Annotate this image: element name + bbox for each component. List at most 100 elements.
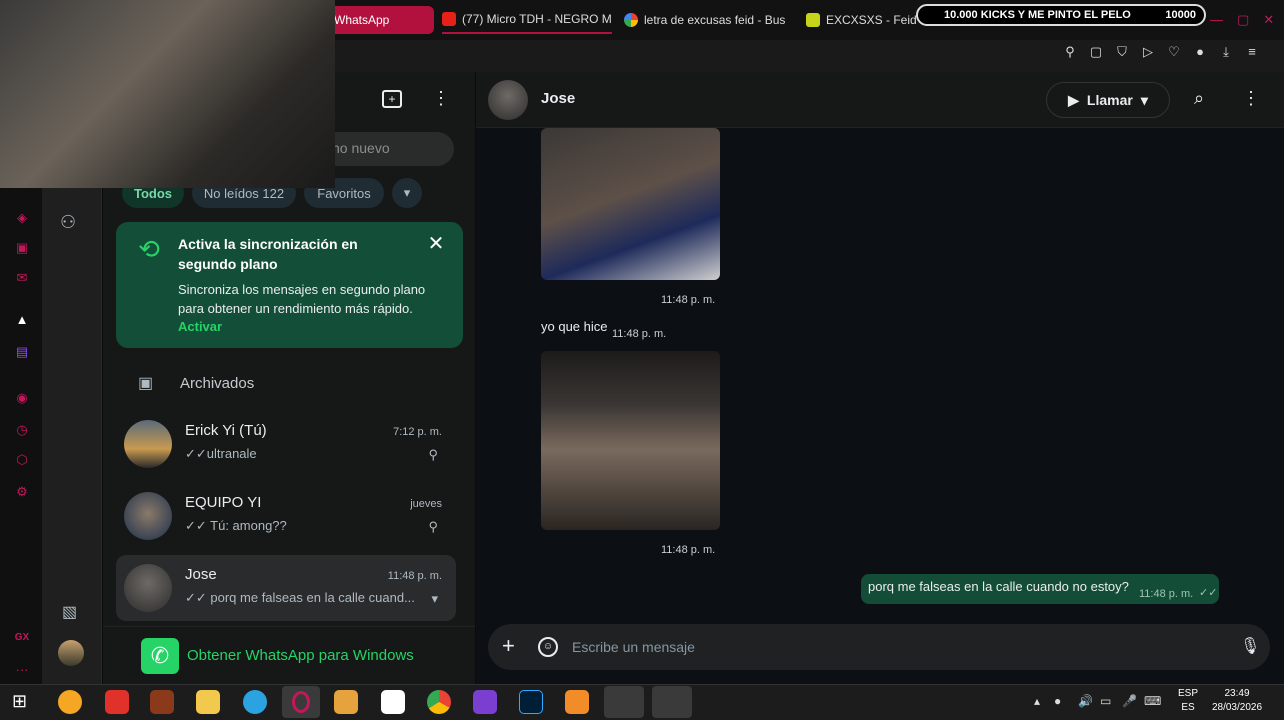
twitch-icon[interactable]: ▤	[14, 344, 30, 360]
heart-icon[interactable]: ♡	[1166, 44, 1182, 60]
call-label: Llamar	[1086, 92, 1133, 108]
discord-active[interactable]	[604, 686, 644, 718]
more-icon[interactable]: ···	[14, 662, 30, 678]
volume-icon[interactable]: 🔊	[1078, 694, 1093, 708]
chevron-down-icon[interactable]: ▾	[431, 591, 438, 607]
search-input[interactable]: no nuevo	[330, 132, 454, 166]
attach-icon[interactable]: +	[502, 635, 520, 658]
aria-icon[interactable]: ▲	[14, 312, 30, 328]
history-icon[interactable]: ◷	[14, 422, 30, 438]
tab-label: (77) Micro TDH - NEGRO M	[462, 12, 612, 26]
webcam-overlay	[0, 0, 335, 188]
player-icon[interactable]: ◉	[14, 390, 30, 406]
vlc-icon[interactable]	[565, 690, 589, 714]
maximize-icon[interactable]: ▢	[1237, 12, 1249, 28]
keyboard-icon[interactable]: ⌨	[1144, 694, 1161, 708]
messenger-icon[interactable]: ◈	[14, 210, 30, 226]
chat-time: jueves	[410, 498, 442, 510]
communities-icon[interactable]: ⚇	[60, 212, 76, 233]
pin-icon: ⚲	[428, 447, 438, 462]
message-text: yo que hice	[541, 319, 608, 334]
get-whatsapp-label: Obtener WhatsApp para Windows	[187, 647, 414, 664]
tray-app-icon[interactable]: ●	[1054, 694, 1061, 708]
taskbar-app-icon[interactable]	[334, 690, 358, 714]
message-media[interactable]	[541, 128, 720, 280]
instagram-icon[interactable]: ▣	[14, 240, 30, 256]
chat-name: Jose	[185, 566, 217, 583]
archived-label: Archivados	[180, 374, 255, 392]
photoshop-icon[interactable]	[519, 690, 543, 714]
kicks-label: 10.000 KICKS Y ME PINTO EL PELO	[944, 9, 1131, 21]
obs-active[interactable]	[652, 686, 692, 718]
taskbar-app-icon[interactable]	[58, 690, 82, 714]
taskbar-app-icon[interactable]	[150, 690, 174, 714]
snapshot-icon[interactable]: ▢	[1088, 44, 1104, 60]
chat-item-jose[interactable]: Jose 11:48 p. m. ✓✓ porq me falseas en l…	[116, 555, 456, 621]
media-icon[interactable]: ▧	[62, 602, 77, 622]
message-media[interactable]	[541, 351, 720, 530]
opera-icon	[292, 691, 310, 713]
kicks-goal-overlay: 10.000 KICKS Y ME PINTO EL PELO 10000	[916, 4, 1206, 26]
microphone-tray-icon[interactable]: 🎤	[1122, 694, 1137, 708]
read-receipt-icon: ✓✓	[1199, 587, 1218, 599]
pin-icon[interactable]: ⚲	[1062, 44, 1078, 60]
folder-icon[interactable]	[196, 690, 220, 714]
opera-gx-active[interactable]	[282, 686, 320, 718]
download-icon[interactable]: ⤓	[1218, 44, 1234, 60]
settings-icon[interactable]: ⚙	[14, 484, 30, 500]
filter-more-button[interactable]: ▾	[392, 178, 422, 208]
tab-label: letra de excusas feid - Bus	[644, 13, 786, 27]
letras-icon	[806, 13, 820, 27]
archived-row[interactable]: ▣ Archivados	[124, 366, 454, 400]
shield-icon[interactable]: ⛉	[1114, 44, 1130, 60]
contact-name[interactable]: Jose	[541, 90, 575, 107]
call-button[interactable]: ▶ Llamar ▾	[1046, 82, 1170, 118]
pin-icon: ⚲	[428, 519, 438, 534]
search-icon[interactable]: ⌕	[1194, 88, 1214, 108]
tab-google[interactable]: letra de excusas feid - Bus	[624, 6, 794, 34]
lang2: ES	[1181, 702, 1195, 713]
sync-activate-link[interactable]: Activar	[178, 319, 222, 334]
play-icon[interactable]: ▷	[1140, 44, 1156, 60]
new-chat-icon[interactable]: +	[382, 90, 402, 108]
avatar	[124, 492, 172, 540]
contact-avatar[interactable]	[488, 80, 528, 120]
taskbar-app-icon[interactable]	[473, 690, 497, 714]
chat-time: 11:48 p. m.	[387, 570, 442, 582]
whatsapp-icon: ✆	[141, 637, 179, 674]
menu-icon[interactable]: ≡	[1244, 44, 1260, 60]
language-indicator[interactable]: ESP ES	[1178, 687, 1198, 715]
browser-extension-bar: ⚲ ▢ ⛉ ▷ ♡ ● ⤓ ≡	[1062, 44, 1260, 60]
chat-item-erick[interactable]: Erick Yi (Tú) 7:12 p. m. ✓✓ultranale ⚲	[116, 411, 456, 477]
telegram-icon[interactable]	[243, 690, 267, 714]
message-time: 11:48 p. m.	[661, 294, 716, 306]
taskbar-app-icon[interactable]	[105, 690, 129, 714]
date: 28/03/2026	[1211, 702, 1263, 713]
get-whatsapp-banner[interactable]: ✆ Obtener WhatsApp para Windows	[103, 626, 475, 684]
gx-icon[interactable]: GX	[14, 630, 30, 646]
sticker-icon[interactable]: ☺	[538, 637, 558, 657]
profile-icon[interactable]: ●	[1192, 44, 1208, 60]
taskbar-app-icon[interactable]	[381, 690, 405, 714]
chat-name: Erick Yi (Tú)	[185, 422, 267, 439]
profile-avatar[interactable]	[58, 640, 84, 666]
tab-whatsapp[interactable]: WhatsApp	[320, 6, 434, 34]
gmail-icon[interactable]: ✉	[14, 270, 30, 286]
chrome-icon[interactable]	[427, 690, 451, 714]
chat-menu-icon[interactable]: ⋮	[432, 88, 450, 109]
menu-icon[interactable]: ⋮	[1242, 88, 1260, 108]
windows-start-icon[interactable]: ⊞	[12, 691, 32, 711]
chat-item-equipo-yi[interactable]: EQUIPO YI jueves ✓✓ Tú: among?? ⚲	[116, 483, 456, 549]
clock[interactable]: 23:49 28/03/2026	[1208, 687, 1266, 715]
minimize-icon[interactable]: —	[1210, 12, 1223, 28]
microphone-icon[interactable]: 🎙	[1240, 636, 1260, 656]
message-input[interactable]	[572, 636, 1212, 658]
tab-youtube[interactable]: (77) Micro TDH - NEGRO M	[442, 6, 612, 34]
network-icon[interactable]: ▭	[1100, 694, 1111, 708]
close-icon[interactable]: ✕	[1263, 12, 1274, 28]
extensions-icon[interactable]: ⬡	[14, 452, 30, 468]
avatar	[124, 420, 172, 468]
close-icon[interactable]: ✕	[426, 234, 446, 254]
tab-label: WhatsApp	[334, 13, 390, 27]
tray-arrow-icon[interactable]: ▴	[1034, 694, 1040, 708]
